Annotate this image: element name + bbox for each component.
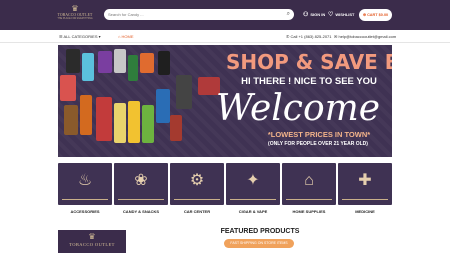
vape-device-image	[158, 51, 170, 75]
email-contact[interactable]: ✉ help@tobaccooutlet@gmail.com	[334, 31, 396, 43]
hero-welcome-script: Welcome	[215, 88, 381, 129]
category-card[interactable]: ❀ CANDY & SNACKS	[114, 163, 168, 219]
category-card[interactable]: ⚙ CAR CENTER	[170, 163, 224, 219]
wishlist-label: WISHLIST	[335, 12, 355, 18]
hero-headline: SHOP & SAVE BIG	[226, 50, 392, 74]
hero-promo: *LOWEST PRICES IN TOWN*	[267, 130, 371, 139]
pipe-lighter-icon: ♨	[77, 172, 93, 189]
vape-device-image	[140, 53, 154, 73]
user-icon: ⚇	[303, 12, 309, 18]
main-nav: ☰ ALL CATEGORIES ▾ ⌂ HOME ✆ Call +1 (863…	[0, 31, 450, 43]
category-label: CANDY & SNACKS	[122, 209, 160, 214]
chevron-down-icon: ▾	[97, 34, 101, 39]
top-header-bar: ♛ TOBACCO OUTLET THE PLACE FOR EVERYTHIN…	[0, 0, 450, 30]
sign-in-link[interactable]: ⚇ SIGN IN	[303, 10, 325, 20]
category-label: MEDICINE	[355, 209, 375, 214]
all-categories-menu[interactable]: ☰ ALL CATEGORIES ▾	[59, 31, 101, 43]
category-label: HOME SUPPLIES	[292, 209, 326, 214]
phone-label: Call +1 (863) 825-2071	[290, 34, 332, 39]
site-logo[interactable]: ♛ TOBACCO OUTLET THE PLACE FOR EVERYTHIN…	[57, 4, 93, 27]
hookah-image	[176, 75, 192, 109]
crown-icon: ♛	[71, 4, 79, 13]
category-card[interactable]: ✦ CIGAR & VAPE	[226, 163, 280, 219]
category-card[interactable]: ♨ ACCESSORIES	[58, 163, 112, 219]
category-label: CIGAR & VAPE	[238, 209, 268, 214]
nav-home[interactable]: ⌂ HOME	[118, 31, 134, 43]
cart-button[interactable]: ⊕ CART $0.00	[359, 9, 392, 21]
vape-device-image	[128, 55, 138, 81]
drink-can-image	[114, 103, 126, 143]
vape-device-image	[82, 53, 94, 81]
logo-tagline: THE PLACE FOR EVERYTHING	[57, 17, 93, 20]
hero-greeting: HI THERE ! NICE TO SEE YOU	[241, 76, 377, 87]
crown-icon: ♛	[88, 232, 96, 241]
category-card[interactable]: ✚ MEDICINE	[338, 163, 392, 219]
search-icon[interactable]: ⌕	[287, 10, 290, 19]
hero-banner[interactable]: SHOP & SAVE BIG HI THERE ! NICE TO SEE Y…	[58, 45, 392, 157]
hookah-image	[156, 89, 170, 123]
home-label: HOME	[121, 34, 134, 39]
phone-contact[interactable]: ✆ Call +1 (863) 825-2071	[286, 31, 332, 43]
bottle-image	[80, 95, 92, 135]
category-card[interactable]: ⌂ HOME SUPPLIES	[282, 163, 336, 219]
car-icon: ⚙	[189, 172, 205, 189]
snack-box-image	[96, 97, 112, 141]
medicine-icon: ✚	[358, 172, 372, 189]
vape-device-image	[66, 49, 80, 73]
category-image: ✦	[226, 163, 280, 205]
category-image: ⌂	[282, 163, 336, 205]
vape-device-image	[98, 51, 112, 73]
bottle-image	[170, 115, 182, 141]
promo-logo-name: TOBACCO OUTLET	[69, 242, 115, 247]
cart-label: CART $0.00	[367, 13, 389, 17]
home-supplies-icon: ⌂	[304, 172, 314, 189]
category-image: ♨	[58, 163, 112, 205]
bottle-image	[64, 105, 78, 135]
hero-disclaimer: (ONLY FOR PEOPLE OVER 21 YEAR OLD)	[268, 141, 368, 147]
sign-in-label: SIGN IN	[310, 12, 326, 18]
category-image: ✚	[338, 163, 392, 205]
vape-device-image	[114, 49, 126, 73]
email-label: help@tobaccooutlet@gmail.com	[338, 34, 397, 39]
category-label: CAR CENTER	[183, 209, 211, 214]
candy-icon: ❀	[134, 172, 148, 189]
vape-device-image	[60, 75, 76, 101]
search-box: ⌕	[104, 9, 294, 20]
all-categories-label: ALL CATEGORIES	[63, 34, 98, 39]
category-grid: ♨ ACCESSORIES ❀ CANDY & SNACKS ⚙ CAR CEN…	[58, 163, 392, 219]
cigar-icon: ✦	[246, 172, 260, 189]
featured-products-title: FEATURED PRODUCTS	[220, 228, 300, 235]
promo-logo-card[interactable]: ♛ TOBACCO OUTLET	[58, 230, 126, 253]
heart-icon: ♡	[328, 12, 334, 18]
drink-can-image	[142, 105, 154, 143]
category-label: ACCESSORIES	[70, 209, 100, 214]
search-input[interactable]	[108, 10, 278, 19]
drink-can-image	[128, 101, 140, 143]
wishlist-link[interactable]: ♡ WISHLIST	[328, 10, 355, 20]
category-image: ❀	[114, 163, 168, 205]
category-image: ⚙	[170, 163, 224, 205]
fast-shipping-button[interactable]: FAST SHIPPING ON STORE ITEMS	[224, 239, 294, 248]
